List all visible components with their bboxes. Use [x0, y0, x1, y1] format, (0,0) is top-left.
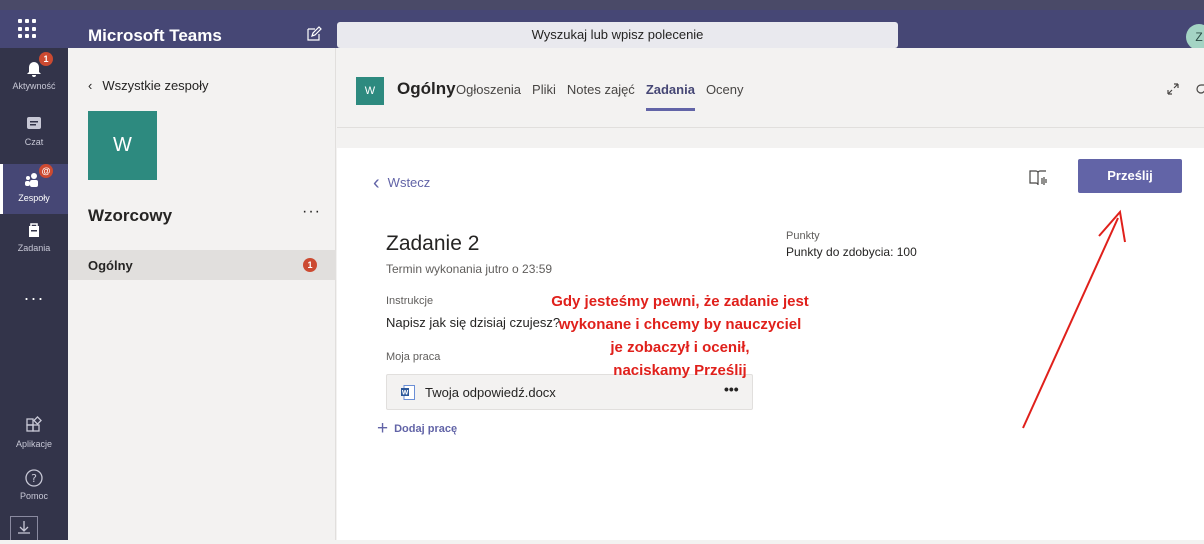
submit-button[interactable]: Prześlij: [1078, 159, 1182, 193]
svg-text:W: W: [402, 390, 409, 397]
apps-icon: [24, 416, 44, 436]
rail-label: Czat: [24, 137, 44, 147]
rail-item-apps[interactable]: Aplikacje: [0, 416, 68, 466]
add-work-button[interactable]: + Dodaj pracę: [377, 418, 457, 440]
annotation-line: Gdy jesteśmy pewni, że zadanie jest: [551, 293, 809, 310]
expand-icon[interactable]: [1166, 82, 1180, 96]
assignments-icon: [24, 220, 44, 240]
points-value: Punkty do zdobycia: 100: [786, 245, 917, 259]
tab-grades[interactable]: Oceny: [706, 82, 744, 111]
rail-more-button[interactable]: ···: [0, 288, 68, 312]
channel-item-general[interactable]: Ogólny 1: [68, 250, 336, 280]
assignment-title: Zadanie 2: [386, 232, 480, 255]
chevron-left-icon: ‹: [88, 78, 93, 93]
user-avatar[interactable]: Z: [1186, 24, 1204, 50]
channel-header: W Ogólny Ogłoszenia Pliki Notes zajęć Za…: [337, 48, 1204, 128]
app-title: Microsoft Teams: [88, 26, 222, 45]
channel-badge: 1: [303, 258, 317, 272]
search-input[interactable]: Wyszukaj lub wpisz polecenie: [337, 22, 898, 48]
channel-avatar: W: [356, 77, 384, 105]
rail-label: Zespoły: [18, 193, 50, 203]
tab-assignments[interactable]: Zadania: [645, 82, 695, 111]
annotation-line: wykonane i chcemy by nauczyciel: [558, 316, 802, 333]
team-pane: ‹ Wszystkie zespoły W Wzorcowy ··· Ogólny…: [68, 48, 336, 540]
rail-label: Aktywność: [12, 81, 56, 91]
all-teams-link[interactable]: ‹ Wszystkie zespoły: [88, 78, 209, 93]
rail-item-activity[interactable]: 1 Aktywność: [0, 52, 68, 108]
word-document-icon: W: [401, 385, 415, 400]
compose-icon[interactable]: [306, 26, 322, 42]
my-work-label: Moja praca: [386, 351, 441, 363]
rail-item-help[interactable]: ? Pomoc: [0, 468, 68, 518]
team-avatar: W: [88, 111, 157, 180]
instructions-label: Instrukcje: [386, 295, 434, 307]
back-link[interactable]: ‹ Wstecz: [373, 172, 430, 195]
channel-title: Ogólny: [397, 79, 456, 98]
top-bar: Microsoft Teams Wyszukaj lub wpisz polec…: [0, 0, 1204, 50]
chevron-left-icon: ‹: [373, 172, 380, 194]
download-icon[interactable]: [10, 516, 38, 540]
chat-icon: [24, 114, 44, 134]
channel-name: Ogólny: [88, 258, 133, 273]
rail-item-chat[interactable]: Czat: [0, 114, 68, 164]
channel-tabs: Ogłoszenia Pliki Notes zajęć Zadania Oce…: [456, 82, 744, 111]
assignment-due-date: Termin wykonania jutro o 23:59: [386, 262, 553, 276]
rail-item-teams[interactable]: @ Zespoły: [0, 164, 68, 214]
teams-icon: @: [24, 164, 53, 190]
team-more-button[interactable]: ···: [302, 203, 321, 221]
app-launcher-icon[interactable]: [18, 19, 38, 39]
points-label: Punkty: [786, 230, 820, 242]
annotation-line: naciskamy Prześlij: [613, 362, 747, 379]
rail-item-assignments[interactable]: Zadania: [0, 220, 68, 270]
rail-label: Zadania: [17, 243, 51, 253]
rail-label: Pomoc: [19, 491, 48, 501]
activity-badge: 1: [39, 52, 53, 66]
immersive-reader-icon[interactable]: [1027, 167, 1049, 189]
tab-class-notebook[interactable]: Notes zajęć: [567, 82, 635, 111]
bell-icon: 1: [24, 52, 53, 78]
team-name: Wzorcowy: [88, 206, 173, 225]
help-icon: ?: [24, 468, 44, 488]
refresh-icon[interactable]: [1194, 82, 1204, 96]
tab-files[interactable]: Pliki: [532, 82, 556, 111]
top-bar-strip: [0, 0, 1204, 10]
app-rail: 1 Aktywność Czat @ Zespoły Zadania ··· A…: [0, 48, 68, 540]
file-name: Twoja odpowiedź.docx: [425, 385, 556, 400]
plus-icon: +: [377, 418, 389, 439]
all-teams-label: Wszystkie zespoły: [102, 78, 209, 93]
tab-announcements[interactable]: Ogłoszenia: [456, 82, 521, 111]
rail-label: Aplikacje: [15, 439, 53, 449]
file-more-button[interactable]: •••: [724, 381, 739, 397]
back-label: Wstecz: [387, 175, 431, 190]
teams-badge: @: [39, 164, 53, 178]
add-work-label: Dodaj pracę: [394, 422, 458, 435]
svg-text:?: ?: [31, 472, 37, 485]
annotation-line: je zobaczył i ocenił,: [610, 339, 750, 356]
annotation-text: Gdy jesteśmy pewni, że zadanie jest wyko…: [498, 290, 862, 382]
